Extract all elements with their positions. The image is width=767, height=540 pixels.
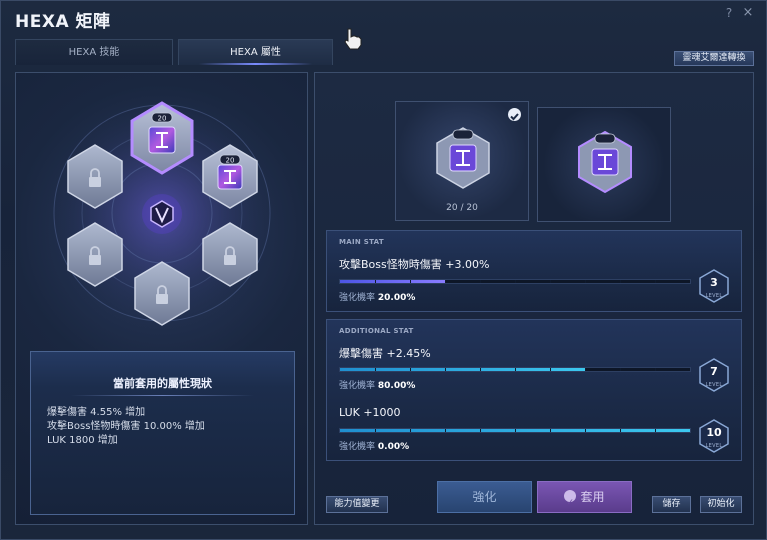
hand-cursor-icon bbox=[344, 28, 362, 50]
check-circle-icon bbox=[564, 488, 577, 518]
bar-segment-divider bbox=[515, 368, 516, 371]
bar-segment-divider bbox=[585, 280, 586, 283]
bar-segment-divider bbox=[410, 280, 411, 283]
additional-stat-name: 爆擊傷害 +2.45% bbox=[339, 347, 431, 360]
bar-segment-divider bbox=[515, 280, 516, 283]
bar-segment-divider bbox=[620, 429, 621, 432]
main-stat-name: 攻擊Boss怪物時傷害 +3.00% bbox=[339, 258, 490, 271]
bar-segment-divider bbox=[620, 280, 621, 283]
main-stat-rate-value: 20.00% bbox=[377, 293, 416, 303]
bar-segment-divider bbox=[445, 368, 446, 371]
bar-segment-divider bbox=[550, 368, 551, 371]
current-status-title: 當前套用的屬性現狀 bbox=[31, 375, 294, 396]
bar-segment-divider bbox=[480, 429, 481, 432]
bar-segment-divider bbox=[585, 368, 586, 371]
window-title: HEXA 矩陣 bbox=[15, 12, 111, 32]
bar-segment-divider bbox=[375, 368, 376, 371]
bar-segment-divider bbox=[480, 280, 481, 283]
bar-segment-divider bbox=[445, 280, 446, 283]
bar-segment-divider bbox=[480, 368, 481, 371]
slot-count: 20 / 20 bbox=[446, 203, 478, 213]
help-button[interactable]: ? bbox=[722, 6, 736, 20]
additional-stat-progress-fill bbox=[340, 368, 585, 371]
main-stat-header: MAIN STAT bbox=[339, 238, 384, 246]
reset-button[interactable]: 初始化 bbox=[700, 496, 742, 513]
level-badge-text: 20 bbox=[158, 115, 167, 123]
additional-stat-box: ADDITIONAL STAT 爆擊傷害 +2.45% 強化機率 80.00% … bbox=[326, 319, 742, 461]
additional-stat-progress-bar bbox=[339, 367, 691, 372]
main-stat-rate: 強化機率 20.00% bbox=[339, 293, 416, 303]
check-icon bbox=[508, 108, 521, 121]
bar-segment-divider bbox=[375, 280, 376, 283]
additional-stat-rate: 強化機率 0.00% bbox=[339, 442, 410, 452]
enhance-button[interactable]: 強化 bbox=[437, 481, 532, 513]
apply-button-label: 套用 bbox=[580, 490, 605, 504]
additional-stat-level-badge: 7 LEVEL bbox=[695, 356, 733, 396]
status-line: 攻擊Boss怪物時傷害 10.00% 增加 bbox=[47, 421, 205, 432]
current-status-box: 當前套用的屬性現狀 爆擊傷害 4.55% 增加 攻擊Boss怪物時傷害 10.0… bbox=[30, 351, 295, 515]
additional-stat-progress-bar bbox=[339, 428, 691, 433]
level-badge-text: 20 bbox=[226, 157, 235, 165]
tab-hexa-attribute[interactable]: HEXA 屬性 bbox=[178, 39, 333, 65]
bar-segment-divider bbox=[585, 429, 586, 432]
bar-segment-divider bbox=[445, 429, 446, 432]
additional-stat-level-badge: 10 LEVEL bbox=[695, 417, 733, 457]
hex-grid: 20 20 bbox=[42, 93, 282, 333]
bar-segment-divider bbox=[550, 280, 551, 283]
v-matrix-icon bbox=[142, 194, 182, 234]
close-button[interactable]: × bbox=[741, 5, 755, 20]
main-stat-progress-bar bbox=[339, 279, 691, 284]
stat-detail-panel: 20 / 20 MAIN STAT 攻擊Boss怪物時傷害 +3.00% 強化機… bbox=[314, 72, 754, 525]
status-line: 爆擊傷害 4.55% 增加 bbox=[47, 407, 146, 418]
sol-erda-transfer-button[interactable]: 靈魂艾爾達轉換 bbox=[674, 51, 754, 66]
hexa-stat-gem-icon bbox=[578, 130, 632, 194]
hexa-stat-slot-selected[interactable]: 20 / 20 bbox=[395, 101, 529, 221]
bar-segment-divider bbox=[410, 429, 411, 432]
apply-button[interactable]: 套用 bbox=[537, 481, 632, 518]
hexa-stat-gem-icon bbox=[436, 127, 490, 189]
bar-segment-divider bbox=[655, 280, 656, 283]
bar-segment-divider bbox=[515, 429, 516, 432]
main-stat-level: 3 bbox=[710, 276, 718, 289]
hexa-matrix-window: HEXA 矩陣 ? × HEXA 技能 HEXA 屬性 靈魂艾爾達轉換 20 2… bbox=[0, 0, 767, 540]
additional-stat-header: ADDITIONAL STAT bbox=[339, 327, 414, 335]
status-line: LUK 1800 增加 bbox=[47, 435, 118, 446]
main-stat-box: MAIN STAT 攻擊Boss怪物時傷害 +3.00% 強化機率 20.00%… bbox=[326, 230, 742, 312]
additional-stat-rate: 強化機率 80.00% bbox=[339, 381, 416, 391]
bar-segment-divider bbox=[410, 368, 411, 371]
bar-segment-divider bbox=[375, 429, 376, 432]
main-stat-level-badge: 3 LEVEL bbox=[695, 267, 733, 307]
save-button[interactable]: 儲存 bbox=[652, 496, 691, 513]
bar-segment-divider bbox=[655, 368, 656, 371]
hex-grid-panel: 20 20 當前套用的屬性現狀 爆擊傷害 4.55% 增加 攻擊Boss怪物時傷… bbox=[15, 72, 308, 525]
bar-segment-divider bbox=[655, 429, 656, 432]
hexa-stat-slot[interactable] bbox=[537, 107, 671, 222]
tab-hexa-skill[interactable]: HEXA 技能 bbox=[15, 39, 173, 65]
additional-stat-name: LUK +1000 bbox=[339, 406, 401, 419]
bar-segment-divider bbox=[550, 429, 551, 432]
bar-segment-divider bbox=[620, 368, 621, 371]
main-stat-progress-fill bbox=[340, 280, 445, 283]
stat-change-button[interactable]: 能力值變更 bbox=[326, 496, 388, 513]
